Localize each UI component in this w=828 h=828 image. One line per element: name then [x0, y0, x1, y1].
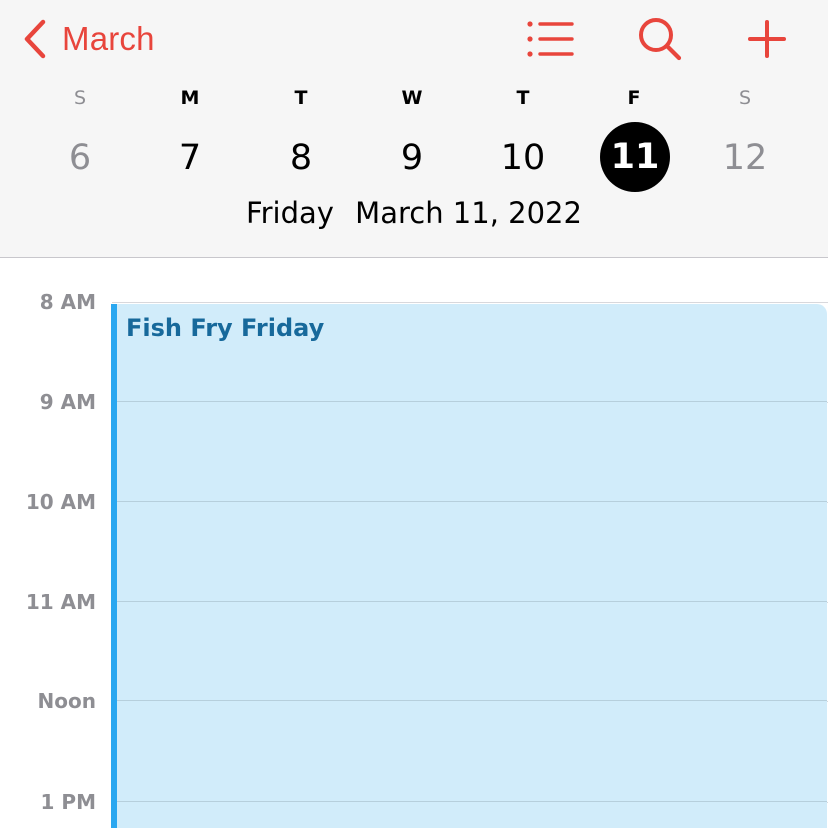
selected-date-title: Friday March 11, 2022 [0, 196, 828, 230]
weekday-letter-mon: M [180, 87, 200, 109]
day-timeline[interactable]: 8 AM 9 AM 10 AM 11 AM Noon 1 PM Fish Fry… [0, 259, 828, 828]
event-hour-line [117, 401, 827, 402]
date-cell-tue[interactable]: 8 [265, 122, 337, 194]
week-date-strip: 6 7 8 9 10 11 12 [0, 122, 828, 194]
selected-full-date: March 11, 2022 [355, 196, 582, 230]
weekday-letter-sat: S [738, 87, 752, 109]
hour-row-8am: 8 AM [0, 290, 828, 314]
weekday-letter-wed: W [401, 87, 423, 109]
list-icon [527, 21, 574, 57]
event-hour-line [117, 700, 827, 701]
calendar-header: March S M T W T F S 6 7 8 9 10 11 12 Fri… [0, 0, 828, 258]
date-cell-mon[interactable]: 7 [154, 122, 226, 194]
hour-label: 11 AM [25, 590, 96, 614]
selected-weekday: Friday [246, 196, 334, 230]
hour-label: 10 AM [25, 490, 96, 514]
hour-divider [112, 302, 828, 303]
hour-label: Noon [37, 689, 96, 713]
list-view-button[interactable] [526, 20, 574, 58]
date-cell-wed[interactable]: 9 [376, 122, 448, 194]
hour-label: 1 PM [40, 790, 96, 814]
search-icon [639, 18, 682, 61]
event-block[interactable]: Fish Fry Friday [111, 304, 827, 828]
hour-label: 9 AM [39, 390, 96, 414]
back-label: March [62, 20, 155, 57]
date-cell-sun[interactable]: 6 [44, 122, 116, 194]
event-hour-line [117, 801, 827, 802]
date-cell-thu[interactable]: 10 [487, 122, 559, 194]
date-cell-sat[interactable]: 12 [709, 122, 781, 194]
weekday-header: S M T W T F S [0, 87, 828, 111]
weekday-letter-sun: S [73, 87, 87, 109]
date-cell-fri-selected[interactable]: 11 [600, 122, 670, 192]
chevron-left-icon [24, 19, 46, 59]
event-hour-line [117, 601, 827, 602]
plus-icon [748, 20, 786, 58]
weekday-letter-fri: F [627, 87, 641, 109]
event-hour-line [117, 501, 827, 502]
weekday-letter-tue: T [294, 87, 308, 109]
event-title: Fish Fry Friday [126, 314, 325, 342]
back-to-month-button[interactable]: March [22, 16, 155, 62]
hour-label: 8 AM [39, 290, 96, 314]
search-button[interactable] [637, 16, 683, 62]
weekday-letter-thu: T [516, 87, 530, 109]
add-event-button[interactable] [747, 19, 787, 59]
